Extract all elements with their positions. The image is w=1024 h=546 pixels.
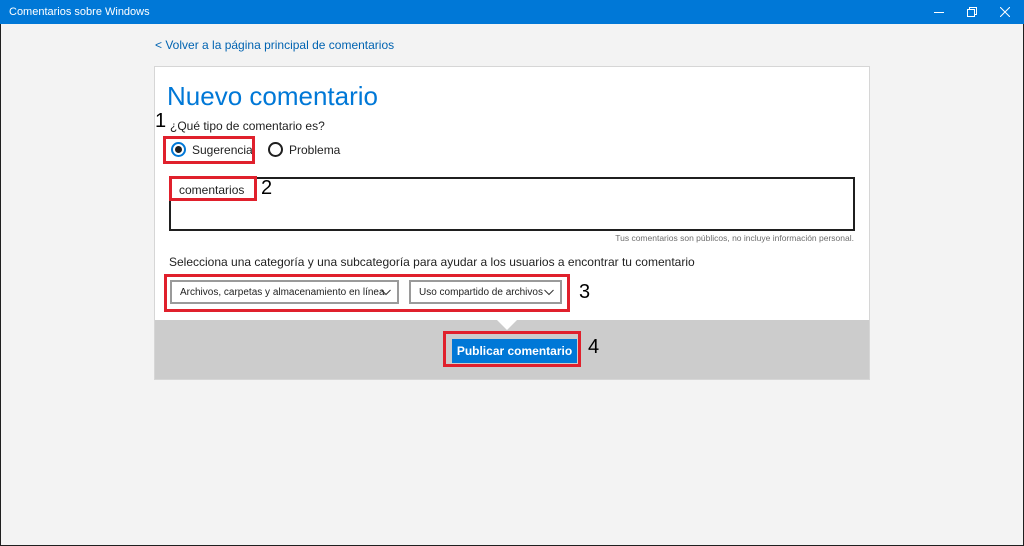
radio-checked-icon (171, 142, 186, 157)
radio-unchecked-icon (268, 142, 283, 157)
close-icon (1000, 7, 1010, 17)
chevron-down-icon (544, 289, 554, 296)
footer-notch (497, 320, 517, 330)
restore-button[interactable] (955, 0, 989, 24)
title-bar: Comentarios sobre Windows (0, 0, 1024, 24)
annotation-number-4: 4 (588, 336, 600, 358)
publish-button[interactable]: Publicar comentario (452, 339, 577, 363)
page-title: Nuevo comentario (167, 81, 378, 111)
back-link[interactable]: < Volver a la página principal de coment… (155, 38, 394, 52)
annotation-number-2: 2 (261, 177, 273, 199)
radio-problem[interactable]: Problema (268, 142, 340, 157)
minimize-icon (934, 12, 944, 13)
radio-suggestion-label: Sugerencia (192, 142, 253, 157)
restore-icon (967, 7, 977, 17)
close-button[interactable] (988, 0, 1022, 24)
radio-problem-label: Problema (289, 142, 341, 157)
category-select-value: Archivos, carpetas y almacenamiento en l… (180, 286, 385, 298)
annotation-number-3: 3 (579, 281, 591, 303)
feedback-card: Nuevo comentario ¿Qué tipo de comentario… (154, 66, 870, 380)
chevron-down-icon (381, 289, 391, 296)
subcategory-select-value: Uso compartido de archivos (419, 286, 543, 298)
annotation-number-1: 1 (155, 110, 167, 132)
minimize-button[interactable] (922, 0, 956, 24)
window-title: Comentarios sobre Windows (9, 6, 150, 18)
category-label: Selecciona una categoría y una subcatego… (169, 255, 695, 269)
privacy-hint: Tus comentarios son públicos, no incluye… (615, 233, 854, 243)
type-question: ¿Qué tipo de comentario es? (170, 119, 325, 133)
radio-suggestion[interactable]: Sugerencia (171, 142, 253, 157)
subcategory-select[interactable]: Uso compartido de archivos (409, 280, 562, 304)
category-select[interactable]: Archivos, carpetas y almacenamiento en l… (170, 280, 399, 304)
